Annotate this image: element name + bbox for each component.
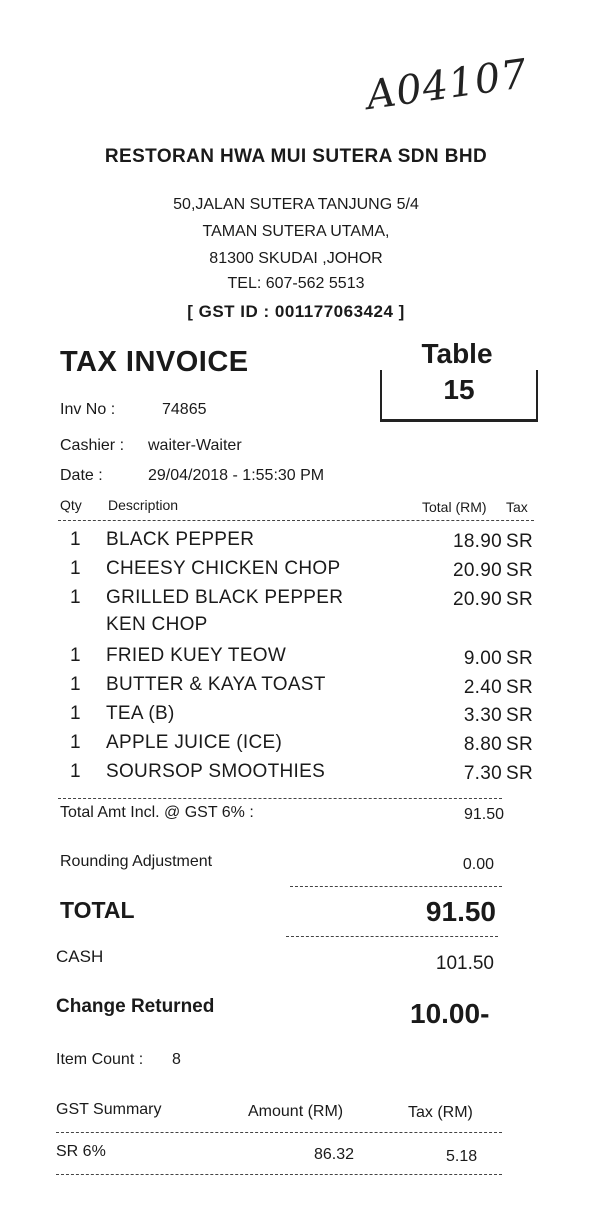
item-count-label: Item Count :: [56, 1051, 144, 1068]
divider: [58, 798, 502, 799]
change-label: Change Returned: [56, 996, 215, 1017]
item-desc: FRIED KUEY TEOW: [106, 645, 287, 666]
cashier: waiter-Waiter: [148, 437, 242, 454]
total: 91.50: [425, 896, 496, 927]
change: 10.00-: [410, 998, 490, 1029]
rounding: 0.00: [462, 856, 494, 873]
gst-row-amount: 86.32: [314, 1146, 355, 1163]
item-tax: SR: [506, 734, 533, 755]
address-line-1: 50,JALAN SUTERA TANJUNG 5/4: [173, 196, 419, 213]
cash-label: CASH: [56, 947, 104, 966]
telephone: TEL: 607-562 5513: [227, 275, 365, 292]
date: 29/04/2018 - 1:55:30 PM: [148, 467, 325, 484]
gst-summary-label: GST Summary: [56, 1101, 162, 1118]
item-desc: BUTTER & KAYA TOAST: [106, 674, 326, 695]
handwritten-note: A04107: [363, 50, 531, 120]
col-qty: Qty: [60, 497, 82, 513]
inv-no-label: Inv No :: [60, 401, 116, 418]
item-total: 8.80: [463, 734, 502, 755]
divider: [56, 1132, 502, 1133]
item-desc: APPLE JUICE (ICE): [106, 732, 283, 753]
company-name: RESTORAN HWA MUI SUTERA SDN BHD: [104, 146, 488, 167]
address-line-2: TAMAN SUTERA UTAMA,: [202, 223, 390, 240]
divider: [58, 520, 534, 521]
item-desc: SOURSOP SMOOTHIES: [106, 761, 326, 782]
gst-id: [ GST ID : 001177063424 ]: [187, 302, 405, 321]
item-tax: SR: [506, 648, 533, 669]
gst-row-tax: 5.18: [446, 1148, 478, 1165]
table-number: 15: [443, 374, 475, 405]
item-desc: BLACK PEPPER: [106, 529, 255, 550]
item-qty: 1: [70, 703, 81, 724]
divider: [56, 1174, 502, 1175]
divider: [290, 886, 502, 887]
total-amt-label: Total Amt Incl. @ GST 6% :: [60, 804, 254, 821]
item-tax: SR: [506, 705, 533, 726]
rounding-label: Rounding Adjustment: [60, 853, 213, 870]
item-qty: 1: [70, 761, 81, 782]
item-tax: SR: [506, 677, 533, 698]
item-desc: TEA (B): [106, 703, 175, 724]
gst-amount-header: Amount (RM): [248, 1103, 344, 1120]
inv-no: 74865: [162, 401, 207, 418]
item-desc: GRILLED BLACK PEPPER: [106, 587, 344, 608]
item-qty: 1: [70, 558, 81, 579]
item-desc-cont: KEN CHOP: [106, 614, 208, 635]
gst-tax-header: Tax (RM): [408, 1104, 473, 1121]
item-qty: 1: [70, 529, 81, 550]
item-qty: 1: [70, 645, 81, 666]
item-total: 3.30: [463, 705, 502, 726]
col-tax: Tax: [506, 499, 528, 515]
item-qty: 1: [70, 587, 81, 608]
cash: 101.50: [435, 953, 494, 974]
item-desc: CHEESY CHICKEN CHOP: [106, 558, 341, 579]
item-total: 18.90: [452, 531, 502, 552]
item-tax: SR: [506, 531, 533, 552]
col-description: Description: [108, 497, 179, 513]
item-total: 20.90: [452, 589, 502, 610]
table-label: Table: [421, 338, 493, 369]
item-total: 2.40: [463, 677, 502, 698]
item-count: 8: [172, 1051, 181, 1068]
divider: [286, 936, 498, 937]
item-total: 20.90: [452, 560, 502, 581]
item-tax: SR: [506, 763, 533, 784]
item-tax: SR: [506, 560, 533, 581]
address-line-3: 81300 SKUDAI ,JOHOR: [209, 250, 383, 267]
item-total: 9.00: [463, 648, 502, 669]
item-qty: 1: [70, 732, 81, 753]
item-qty: 1: [70, 674, 81, 695]
item-tax: SR: [506, 589, 533, 610]
invoice-title: TAX INVOICE: [60, 346, 249, 378]
cashier-label: Cashier :: [60, 437, 125, 454]
date-label: Date :: [60, 467, 103, 484]
col-total: Total (RM): [422, 499, 487, 515]
total-amt: 91.50: [463, 806, 504, 823]
gst-row-code: SR 6%: [56, 1143, 106, 1160]
total-label: TOTAL: [60, 897, 135, 923]
item-total: 7.30: [463, 763, 502, 784]
